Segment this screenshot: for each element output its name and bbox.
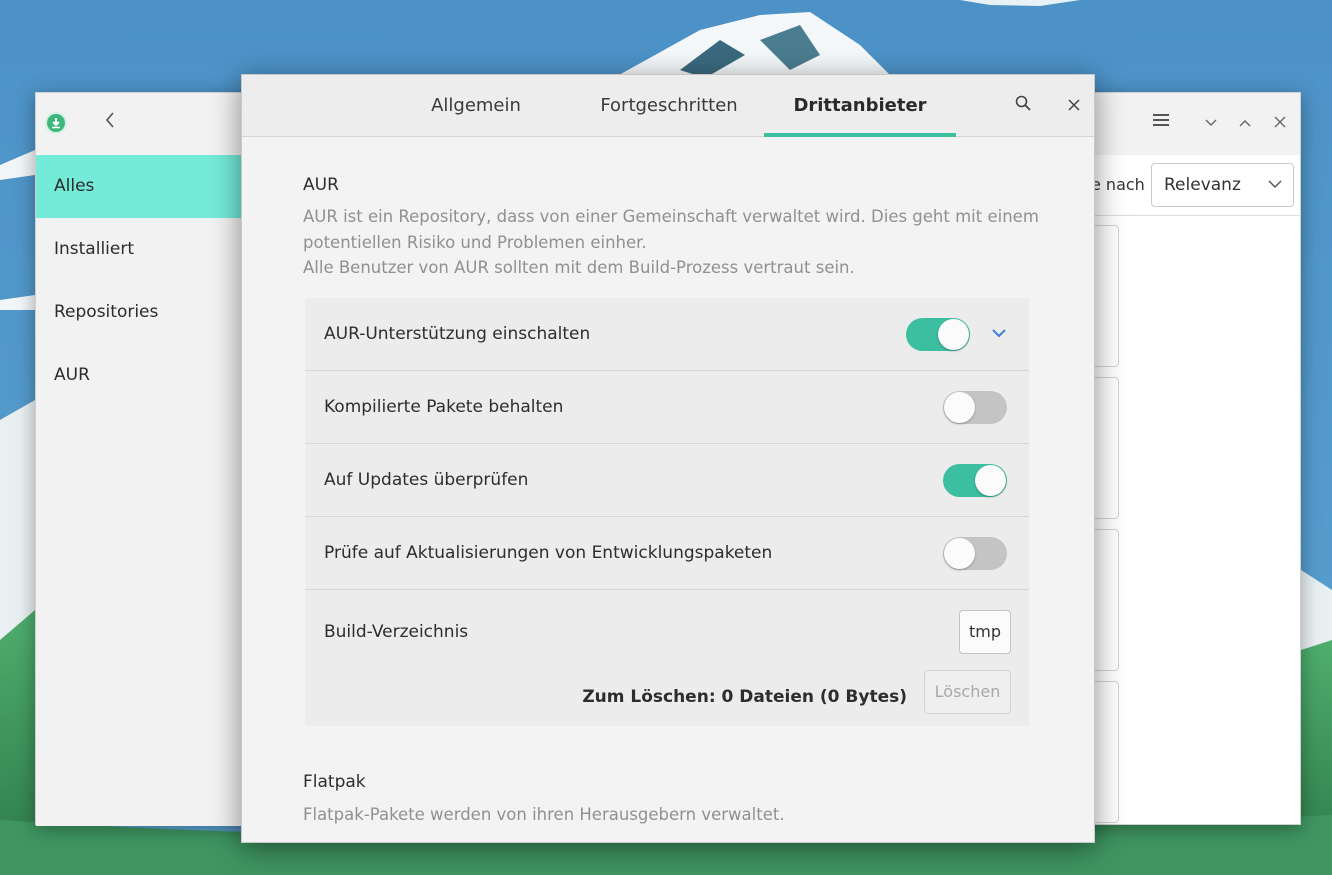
setting-label: Auf Updates überprüfen — [324, 470, 529, 490]
check-updates-toggle[interactable] — [943, 464, 1007, 497]
close-window-button[interactable] — [1268, 111, 1292, 135]
keep-packages-toggle[interactable] — [943, 391, 1007, 424]
chevron-left-icon — [105, 112, 114, 128]
setting-label: Kompilierte Pakete behalten — [324, 397, 564, 417]
clean-button[interactable]: Löschen — [924, 670, 1011, 714]
sidebar: Alles Installiert Repositories AUR — [36, 155, 242, 826]
expand-button[interactable] — [988, 322, 1010, 344]
aur-section-title: AUR — [303, 175, 339, 195]
aur-description-line: AUR ist ein Repository, dass von einer G… — [303, 207, 1039, 226]
setting-row-devel-updates: Prüfe auf Aktualisierungen von Entwicklu… — [305, 517, 1029, 590]
close-icon — [1068, 99, 1080, 111]
chevron-down-icon — [992, 329, 1006, 338]
toggle-knob — [944, 538, 975, 569]
minimize-button[interactable] — [1199, 111, 1223, 135]
aur-description: AUR ist ein Repository, dass von einer G… — [303, 204, 1043, 281]
sort-dropdown[interactable]: Relevanz — [1151, 163, 1294, 207]
preferences-dialog: Allgemein Fortgeschritten Drittanbieter … — [241, 74, 1095, 843]
sidebar-item-alles[interactable]: Alles — [36, 155, 242, 218]
setting-row-check-updates: Auf Updates überprüfen — [305, 444, 1029, 517]
sidebar-item-repositories[interactable]: Repositories — [36, 281, 242, 344]
build-directory-button[interactable]: tmp — [959, 610, 1011, 654]
hamburger-menu-button[interactable] — [1149, 111, 1173, 135]
aur-support-toggle[interactable] — [906, 318, 970, 351]
sidebar-item-installiert[interactable]: Installiert — [36, 218, 242, 281]
close-icon — [1274, 116, 1286, 128]
tab-fortgeschritten[interactable]: Fortgeschritten — [588, 75, 750, 137]
tab-drittanbieter[interactable]: Drittanbieter — [764, 75, 956, 137]
build-directory-label: Build-Verzeichnis — [324, 622, 469, 642]
toggle-knob — [944, 392, 975, 423]
aur-description-line: Alle Benutzer von AUR sollten mit dem Bu… — [303, 258, 855, 277]
toggle-knob — [975, 465, 1006, 496]
flatpak-description: Flatpak-Pakete werden von ihren Herausge… — [303, 805, 785, 824]
chevron-down-icon — [1205, 119, 1217, 126]
aur-description-line: potentiellen Risiko und Problemen einher… — [303, 232, 647, 252]
download-circle-icon — [45, 112, 67, 134]
clean-info-text: Zum Löschen: 0 Dateien (0 Bytes) — [582, 687, 907, 707]
search-button[interactable] — [1011, 94, 1035, 118]
dialog-header: Allgemein Fortgeschritten Drittanbieter — [242, 75, 1094, 137]
tab-allgemein[interactable]: Allgemein — [420, 75, 532, 137]
sidebar-item-aur[interactable]: AUR — [36, 344, 242, 407]
setting-row-aur-support: AUR-Unterstützung einschalten — [305, 298, 1029, 371]
dialog-body: AUR AUR ist ein Repository, dass von ein… — [242, 137, 1094, 842]
close-dialog-button[interactable] — [1062, 94, 1086, 118]
aur-settings-card: AUR-Unterstützung einschalten Kompiliert… — [305, 298, 1029, 726]
chevron-up-icon — [1239, 120, 1251, 127]
back-button[interactable] — [98, 110, 122, 134]
sort-label: e nach — [1091, 175, 1145, 194]
devel-updates-toggle[interactable] — [943, 537, 1007, 570]
sort-value: Relevanz — [1164, 175, 1241, 195]
search-icon — [1015, 95, 1031, 111]
hamburger-menu-icon — [1153, 114, 1169, 126]
setting-row-keep-packages: Kompilierte Pakete behalten — [305, 371, 1029, 444]
maximize-button[interactable] — [1233, 111, 1257, 135]
toggle-knob — [938, 319, 969, 350]
setting-label: Prüfe auf Aktualisierungen von Entwicklu… — [324, 543, 773, 563]
setting-row-build-directory: Build-Verzeichnis tmp Zum Löschen: 0 Dat… — [305, 590, 1029, 726]
setting-label: AUR-Unterstützung einschalten — [324, 324, 591, 344]
flatpak-section-title: Flatpak — [303, 772, 366, 792]
